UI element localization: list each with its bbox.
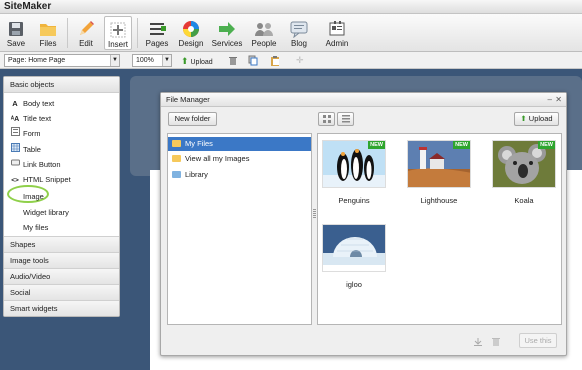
penguins-thumbnail: NEW bbox=[322, 140, 386, 188]
admin-icon bbox=[329, 21, 345, 36]
folder-all-images[interactable]: View all my Images bbox=[168, 152, 311, 166]
close-icon[interactable]: ✕ bbox=[555, 93, 562, 107]
download-icon[interactable] bbox=[473, 337, 483, 347]
folder-my-files[interactable]: My Files bbox=[168, 137, 311, 151]
color-wheel-icon bbox=[183, 21, 199, 37]
people-icon bbox=[255, 23, 273, 36]
my-files-item[interactable]: My files bbox=[23, 221, 48, 234]
blog-icon bbox=[290, 21, 308, 38]
new-badge: NEW bbox=[538, 141, 555, 149]
body-text-item[interactable]: A Body text bbox=[10, 97, 54, 110]
folder-icon bbox=[40, 24, 56, 36]
file-name: Penguins bbox=[338, 196, 370, 205]
new-badge: NEW bbox=[453, 141, 470, 149]
dialog-title-bar: File Manager – ✕ bbox=[161, 93, 566, 107]
link-button-item[interactable]: Link Button bbox=[10, 158, 61, 171]
minimize-icon[interactable]: – bbox=[548, 93, 552, 107]
form-icon bbox=[10, 127, 20, 140]
image-item[interactable]: Image bbox=[23, 190, 44, 203]
copy-icon[interactable] bbox=[248, 55, 258, 66]
edit-button[interactable]: Edit bbox=[72, 16, 100, 50]
upload-arrow-icon: ⬆ bbox=[181, 56, 189, 66]
title-text-icon: ᴬA bbox=[10, 116, 20, 123]
dialog-title: File Manager bbox=[166, 95, 210, 104]
file-tile-lighthouse[interactable]: NEW Lighthouse bbox=[407, 140, 471, 205]
text-icon: A bbox=[12, 99, 18, 108]
blog-button[interactable]: Blog bbox=[284, 16, 314, 50]
table-item[interactable]: Table bbox=[10, 143, 41, 156]
insert-button[interactable]: Insert bbox=[104, 16, 132, 50]
file-name: Koala bbox=[514, 196, 534, 205]
people-button[interactable]: People bbox=[248, 16, 280, 50]
title-bar: SiteMaker bbox=[0, 0, 582, 14]
form-item[interactable]: Form bbox=[10, 127, 41, 140]
basic-objects-header[interactable]: Basic objects bbox=[4, 77, 119, 93]
pages-list-icon bbox=[150, 23, 166, 35]
audio-video-section[interactable]: Audio/Video bbox=[4, 268, 119, 284]
social-section[interactable]: Social bbox=[4, 284, 119, 300]
link-button-icon bbox=[10, 158, 20, 171]
dialog-upload-button[interactable]: ⬆ Upload bbox=[514, 112, 559, 126]
pencil-icon bbox=[80, 21, 94, 35]
html-snippet-item[interactable]: <> HTML Snippet bbox=[10, 173, 70, 186]
move-icon[interactable]: ✛ bbox=[296, 55, 306, 66]
toolbar-separator bbox=[67, 18, 68, 48]
widget-library-item[interactable]: Widget library bbox=[23, 206, 69, 219]
app-title: SiteMaker bbox=[4, 1, 52, 12]
folder-icon bbox=[172, 155, 181, 162]
insert-panel: Basic objects A Body text ᴬA Title text Fo… bbox=[3, 76, 120, 317]
list-view-icon bbox=[341, 115, 350, 123]
chevron-down-icon: ▼ bbox=[162, 55, 171, 66]
page-select[interactable]: Page: Home Page ▼ bbox=[4, 54, 120, 67]
services-button[interactable]: Services bbox=[210, 16, 244, 50]
file-name: Lighthouse bbox=[420, 196, 458, 205]
design-button[interactable]: Design bbox=[176, 16, 206, 50]
file-tile-penguins[interactable]: NEW Penguins bbox=[322, 140, 386, 205]
use-this-button[interactable]: Use this bbox=[519, 333, 557, 348]
secondary-toolbar: Page: Home Page ▼ 100% ▼ ⬆ Upload ✛ bbox=[0, 52, 582, 69]
title-text-item[interactable]: ᴬA Title text bbox=[10, 112, 51, 125]
insert-plus-icon bbox=[110, 22, 126, 38]
grid-view-button[interactable] bbox=[318, 112, 335, 126]
shapes-section[interactable]: Shapes bbox=[4, 236, 119, 252]
file-manager-dialog: File Manager – ✕ New folder ⬆ Upload My … bbox=[160, 92, 567, 356]
save-icon bbox=[9, 22, 23, 36]
file-grid: NEW Penguins NEW Lighthouse NEW Koala ig… bbox=[317, 133, 562, 325]
table-icon bbox=[10, 143, 20, 156]
trash-icon[interactable] bbox=[491, 337, 501, 347]
library-folder-icon bbox=[172, 171, 181, 178]
image-tools-section[interactable]: Image tools bbox=[4, 252, 119, 268]
pages-button[interactable]: Pages bbox=[142, 16, 172, 50]
list-view-button[interactable] bbox=[337, 112, 354, 126]
chevron-down-icon: ▼ bbox=[110, 55, 119, 66]
file-tile-koala[interactable]: NEW Koala bbox=[492, 140, 556, 205]
lighthouse-thumbnail: NEW bbox=[407, 140, 471, 188]
upload-arrow-icon: ⬆ bbox=[520, 114, 527, 123]
folder-library[interactable]: Library bbox=[168, 168, 311, 182]
new-badge: NEW bbox=[368, 141, 385, 149]
main-toolbar: Save Files Edit Insert Pages Design Serv… bbox=[0, 14, 582, 52]
grid-view-icon bbox=[322, 115, 331, 123]
folder-tree: My Files View all my Images Library bbox=[167, 133, 312, 325]
igloo-thumbnail bbox=[322, 224, 386, 272]
new-folder-button[interactable]: New folder bbox=[168, 112, 217, 126]
admin-button[interactable]: Admin bbox=[320, 16, 354, 50]
toolbar-separator bbox=[137, 18, 138, 48]
save-button[interactable]: Save bbox=[2, 16, 30, 50]
zoom-select[interactable]: 100% ▼ bbox=[132, 54, 172, 67]
koala-thumbnail: NEW bbox=[492, 140, 556, 188]
upload-button[interactable]: ⬆ Upload bbox=[181, 55, 213, 67]
folder-open-icon bbox=[172, 140, 181, 147]
paste-icon[interactable] bbox=[270, 55, 280, 66]
files-button[interactable]: Files bbox=[34, 16, 62, 50]
pane-splitter[interactable] bbox=[313, 209, 316, 219]
trash-icon[interactable] bbox=[228, 55, 238, 66]
smart-widgets-section[interactable]: Smart widgets bbox=[4, 300, 119, 316]
file-tile-igloo[interactable]: igloo bbox=[322, 224, 386, 289]
services-arrow-icon bbox=[219, 22, 235, 36]
file-name: igloo bbox=[346, 280, 362, 289]
